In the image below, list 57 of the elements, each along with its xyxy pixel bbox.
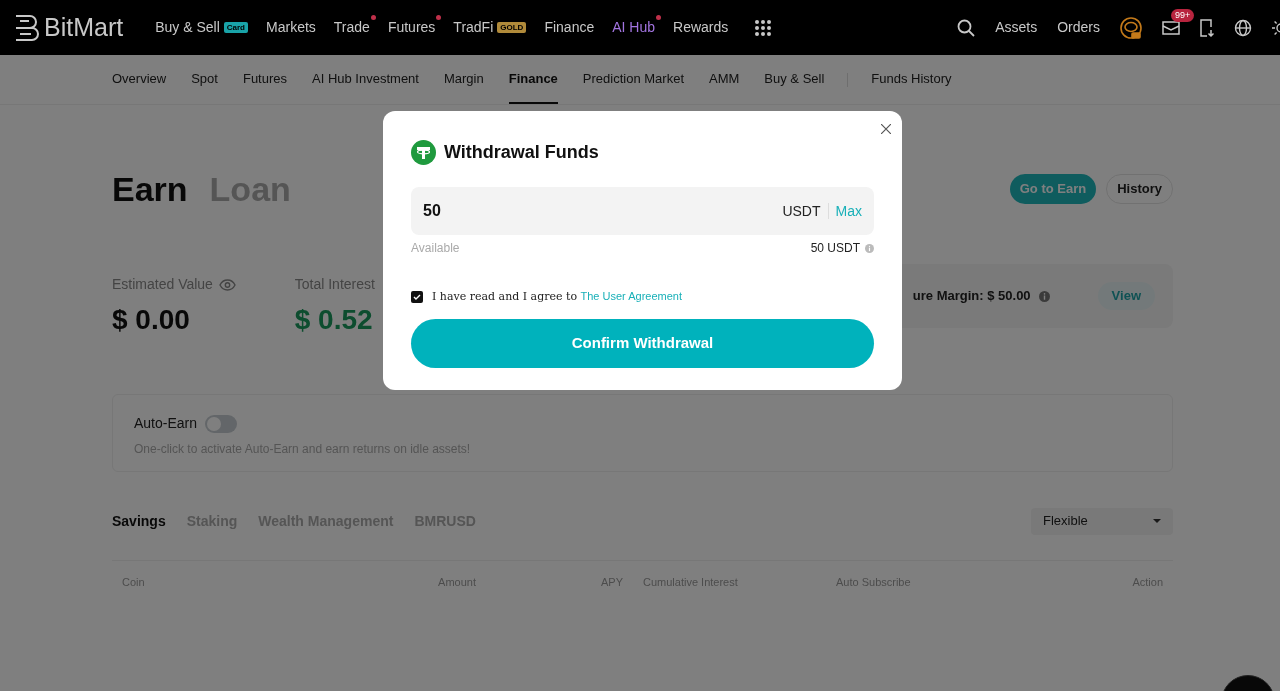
nav-tab[interactable]: Futures [242, 55, 287, 104]
caret-icon [1153, 519, 1161, 523]
available-value: 50 USDT [810, 240, 860, 257]
stat-label: Estimated Value [112, 275, 213, 294]
nav-link[interactable]: Trade [333, 17, 370, 38]
auto-earn-title: Auto-Earn [134, 414, 198, 433]
stat-value: $ 0.00 [112, 303, 191, 337]
nav-tab[interactable]: Margin [443, 55, 484, 104]
amount-field[interactable]: 50 USDT Max [411, 187, 874, 235]
available-label: Available [411, 240, 460, 257]
eye-icon[interactable] [218, 278, 236, 291]
margin-text: ure Margin: $ 50.00 [912, 287, 1031, 306]
notification-badge: 99+ [1171, 8, 1195, 22]
logo-icon[interactable] [14, 12, 40, 43]
nav-tab[interactable]: AMM [709, 55, 740, 104]
nav-tab[interactable]: Prediction Market [582, 55, 684, 104]
globe-icon[interactable] [1234, 18, 1252, 37]
close-icon[interactable] [881, 124, 891, 134]
logo-text[interactable]: BitMart [44, 8, 124, 47]
search-icon[interactable] [957, 18, 976, 37]
agreement-text: I have read and I agree to The User Agreement [432, 289, 682, 305]
nav-link[interactable]: Finance [544, 17, 595, 38]
tether-coin-icon [411, 139, 436, 165]
stat-label: Total Interest [294, 275, 375, 294]
info-icon[interactable] [1038, 290, 1050, 302]
page-tab[interactable]: Earn [112, 163, 188, 215]
nav-link[interactable]: AI Hub [612, 17, 655, 38]
currency-label: USDT [782, 201, 821, 221]
flexible-dropdown[interactable]: Flexible [1031, 507, 1173, 535]
nav-badge: GOLD [497, 22, 527, 33]
avatar-icon[interactable] [1120, 16, 1142, 39]
nav-link[interactable]: Buy & Sell [155, 17, 220, 38]
product-tab[interactable]: Savings [112, 510, 166, 532]
toggle-switch[interactable] [205, 414, 238, 433]
user-agreement-link[interactable]: The User Agreement [580, 290, 682, 302]
nav-link[interactable]: Rewards [673, 17, 729, 38]
header-link[interactable]: Assets [995, 17, 1038, 38]
nav-tab[interactable]: Funds History [871, 55, 952, 104]
nav-tab[interactable]: Finance [508, 55, 558, 104]
nav-link[interactable]: Futures [387, 17, 436, 38]
stat-value: $ 0.52 [294, 303, 374, 337]
dialog-title: Withdrawal Funds [444, 140, 599, 164]
nav-tab[interactable]: AI Hub Investment [312, 55, 419, 104]
apps-grid-icon[interactable] [754, 18, 773, 37]
nav-tab[interactable]: Spot [191, 55, 218, 104]
max-link[interactable]: Max [835, 200, 862, 222]
header-link[interactable]: Orders [1057, 17, 1100, 38]
nav-tab[interactable]: Buy & Sell [764, 55, 825, 104]
nav-tab[interactable]: Overview [112, 55, 167, 104]
nav-badge: Card [223, 22, 248, 33]
amount-input[interactable]: 50 [423, 199, 783, 223]
mail-icon[interactable] [1162, 19, 1180, 36]
nav-link[interactable]: TradFi [453, 17, 494, 38]
download-icon[interactable] [1200, 18, 1214, 37]
agree-checkbox[interactable] [411, 290, 423, 303]
confirm-withdrawal-button[interactable]: Confirm Withdrawal [411, 318, 874, 368]
nav-link[interactable]: Markets [266, 17, 316, 38]
